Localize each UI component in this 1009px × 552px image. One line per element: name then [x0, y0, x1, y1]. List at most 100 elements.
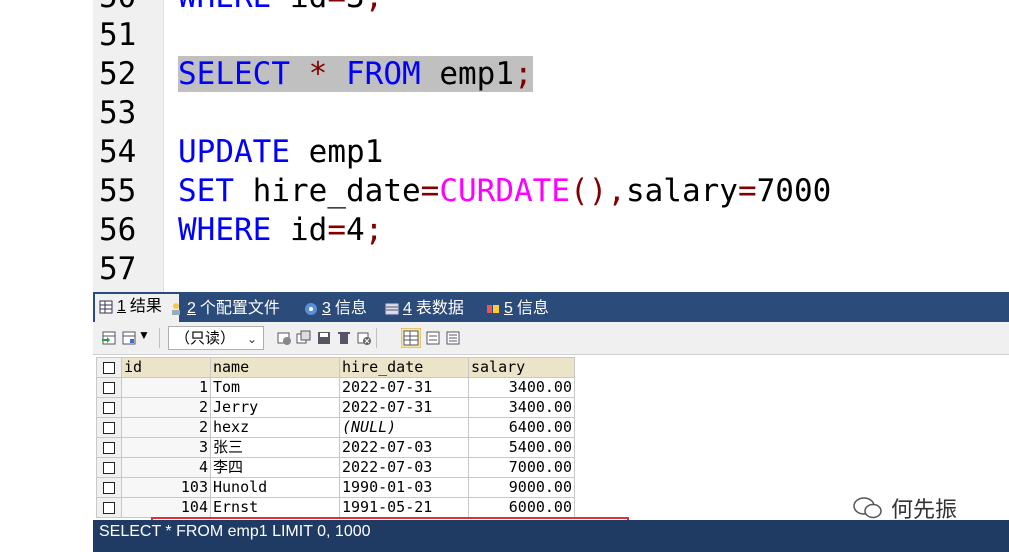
table-row[interactable]: 3 张三 2022-07-03 5400.00 [96, 437, 575, 458]
table-row[interactable]: 4 李四 2022-07-03 7000.00 [96, 457, 575, 478]
tab-label: 表数据 [415, 300, 464, 317]
cell-salary[interactable]: 6000.00 [468, 497, 575, 518]
cell-name[interactable]: hexz [210, 417, 340, 438]
cell-salary[interactable]: 3400.00 [468, 377, 575, 398]
cell-id[interactable]: 2 [121, 397, 211, 418]
cell-hire-date[interactable]: (NULL) [339, 417, 469, 438]
results-tab-bar: 1 结果 2 个配置文件 3 信息 4 表数据 5 信息 [93, 292, 1009, 322]
line-number: 51 [99, 17, 137, 53]
table-row[interactable]: 103 Hunold 1990-01-03 9000.00 [96, 477, 575, 498]
tab-number: 1 [117, 298, 126, 315]
sql-editor[interactable]: 50 51 52 53 54 55 56 57 WHERE id=3; SELE… [0, 0, 1009, 292]
cell-name[interactable]: Jerry [210, 397, 340, 418]
cell-id[interactable]: 1 [121, 377, 211, 398]
table-name: emp1 [308, 134, 384, 170]
cell-name[interactable]: Hunold [210, 477, 340, 498]
column-header-name[interactable]: name [210, 357, 340, 378]
cell-hire-date[interactable]: 2022-07-31 [339, 377, 469, 398]
cell-hire-date[interactable]: 1990-01-03 [339, 477, 469, 498]
code-line-56[interactable]: WHERE id=4; [178, 211, 383, 250]
cell-id[interactable]: 104 [121, 497, 211, 518]
row-checkbox[interactable] [96, 377, 122, 398]
cell-id[interactable]: 4 [121, 457, 211, 478]
info-icon [305, 303, 317, 315]
code-text: id [271, 0, 327, 15]
column-name: salary [625, 173, 738, 209]
line-number: 55 [99, 173, 137, 209]
cell-salary[interactable]: 3400.00 [468, 397, 575, 418]
tab-info-2[interactable]: 5 信息 [482, 296, 584, 322]
function-name: CURDATE [439, 173, 570, 209]
line-number: 50 [99, 0, 136, 17]
operator: = [737, 173, 757, 209]
keyword: UPDATE [178, 134, 290, 170]
table-row[interactable]: 2 Jerry 2022-07-31 3400.00 [96, 397, 575, 418]
cell-name[interactable]: 李四 [210, 457, 340, 478]
row-checkbox[interactable] [96, 457, 122, 478]
result-table[interactable]: id name hire_date salary 1 Tom 2022-07-3… [96, 357, 575, 518]
table-row[interactable]: 104 Ernst 1991-05-21 6000.00 [96, 497, 575, 518]
import-icon[interactable] [121, 330, 137, 346]
cell-name[interactable]: 张三 [210, 437, 340, 458]
grid-icon [99, 300, 113, 314]
table-header-row: id name hire_date salary [96, 357, 575, 378]
cell-salary[interactable]: 9000.00 [468, 477, 575, 498]
cell-id[interactable]: 103 [121, 477, 211, 498]
cell-hire-date[interactable]: 2022-07-31 [339, 397, 469, 418]
cell-id[interactable]: 2 [121, 417, 211, 438]
cell-salary[interactable]: 6400.00 [468, 417, 575, 438]
cancel-changes-icon[interactable] [356, 330, 372, 346]
cell-hire-date[interactable]: 1991-05-21 [339, 497, 469, 518]
code-line-52[interactable]: SELECT * FROM emp1; [178, 55, 533, 94]
line-number: 56 [99, 212, 137, 248]
line-number: 57 [99, 251, 137, 287]
tab-label: 信息 [334, 300, 367, 317]
operator: = [327, 212, 346, 248]
line-number: 52 [99, 56, 137, 92]
table-row[interactable]: 1 Tom 2022-07-31 3400.00 [96, 377, 575, 398]
parentheses: () [569, 173, 608, 209]
operator: = [420, 173, 440, 209]
table-row[interactable]: 2 hexz (NULL) 6400.00 [96, 417, 575, 438]
text-view-icon[interactable] [445, 330, 461, 346]
code-line-50[interactable]: WHERE id=3; [178, 0, 383, 17]
edit-mode-select[interactable]: （只读） ⌄ [168, 326, 264, 350]
cell-name[interactable]: Ernst [210, 497, 340, 518]
row-checkbox[interactable] [96, 497, 122, 518]
cell-name[interactable]: Tom [210, 377, 340, 398]
column-header-hire-date[interactable]: hire_date [339, 357, 469, 378]
chevron-down-icon[interactable]: ▼ [138, 328, 150, 342]
tab-number: 5 [504, 300, 513, 317]
column-header-id[interactable]: id [121, 357, 211, 378]
grid-view-icon[interactable] [401, 328, 421, 348]
cell-id[interactable]: 3 [121, 437, 211, 458]
tab-number: 3 [322, 300, 331, 317]
edit-mode-label: （只读） [175, 330, 236, 347]
form-view-icon[interactable] [425, 330, 441, 346]
save-icon[interactable] [316, 330, 332, 346]
duplicate-row-icon[interactable] [296, 330, 312, 346]
cell-salary[interactable]: 5400.00 [468, 437, 575, 458]
toolbar-divider [159, 328, 160, 348]
code-line-54[interactable]: UPDATE emp1 [178, 133, 383, 172]
code-line-55[interactable]: SET hire_date=CURDATE(),salary=7000 [178, 172, 831, 211]
row-checkbox[interactable] [96, 477, 122, 498]
tab-label: 结果 [129, 298, 162, 315]
tab-label: 个配置文件 [199, 300, 280, 317]
select-all-checkbox[interactable] [96, 357, 122, 378]
watermark: 何先振 [853, 492, 957, 524]
row-checkbox[interactable] [96, 397, 122, 418]
export-icon[interactable] [101, 330, 117, 346]
operator: * [308, 56, 328, 92]
cell-salary[interactable]: 7000.00 [468, 457, 575, 478]
delete-icon[interactable] [336, 330, 352, 346]
tab-label: 信息 [516, 300, 549, 317]
add-row-icon[interactable] [276, 330, 292, 346]
cell-hire-date[interactable]: 2022-07-03 [339, 457, 469, 478]
row-checkbox[interactable] [96, 417, 122, 438]
row-checkbox[interactable] [96, 437, 122, 458]
tab-profiles[interactable]: 2 个配置文件 [165, 296, 319, 322]
cell-hire-date[interactable]: 2022-07-03 [339, 437, 469, 458]
column-header-salary[interactable]: salary [468, 357, 575, 378]
keyword: WHERE [178, 0, 271, 15]
